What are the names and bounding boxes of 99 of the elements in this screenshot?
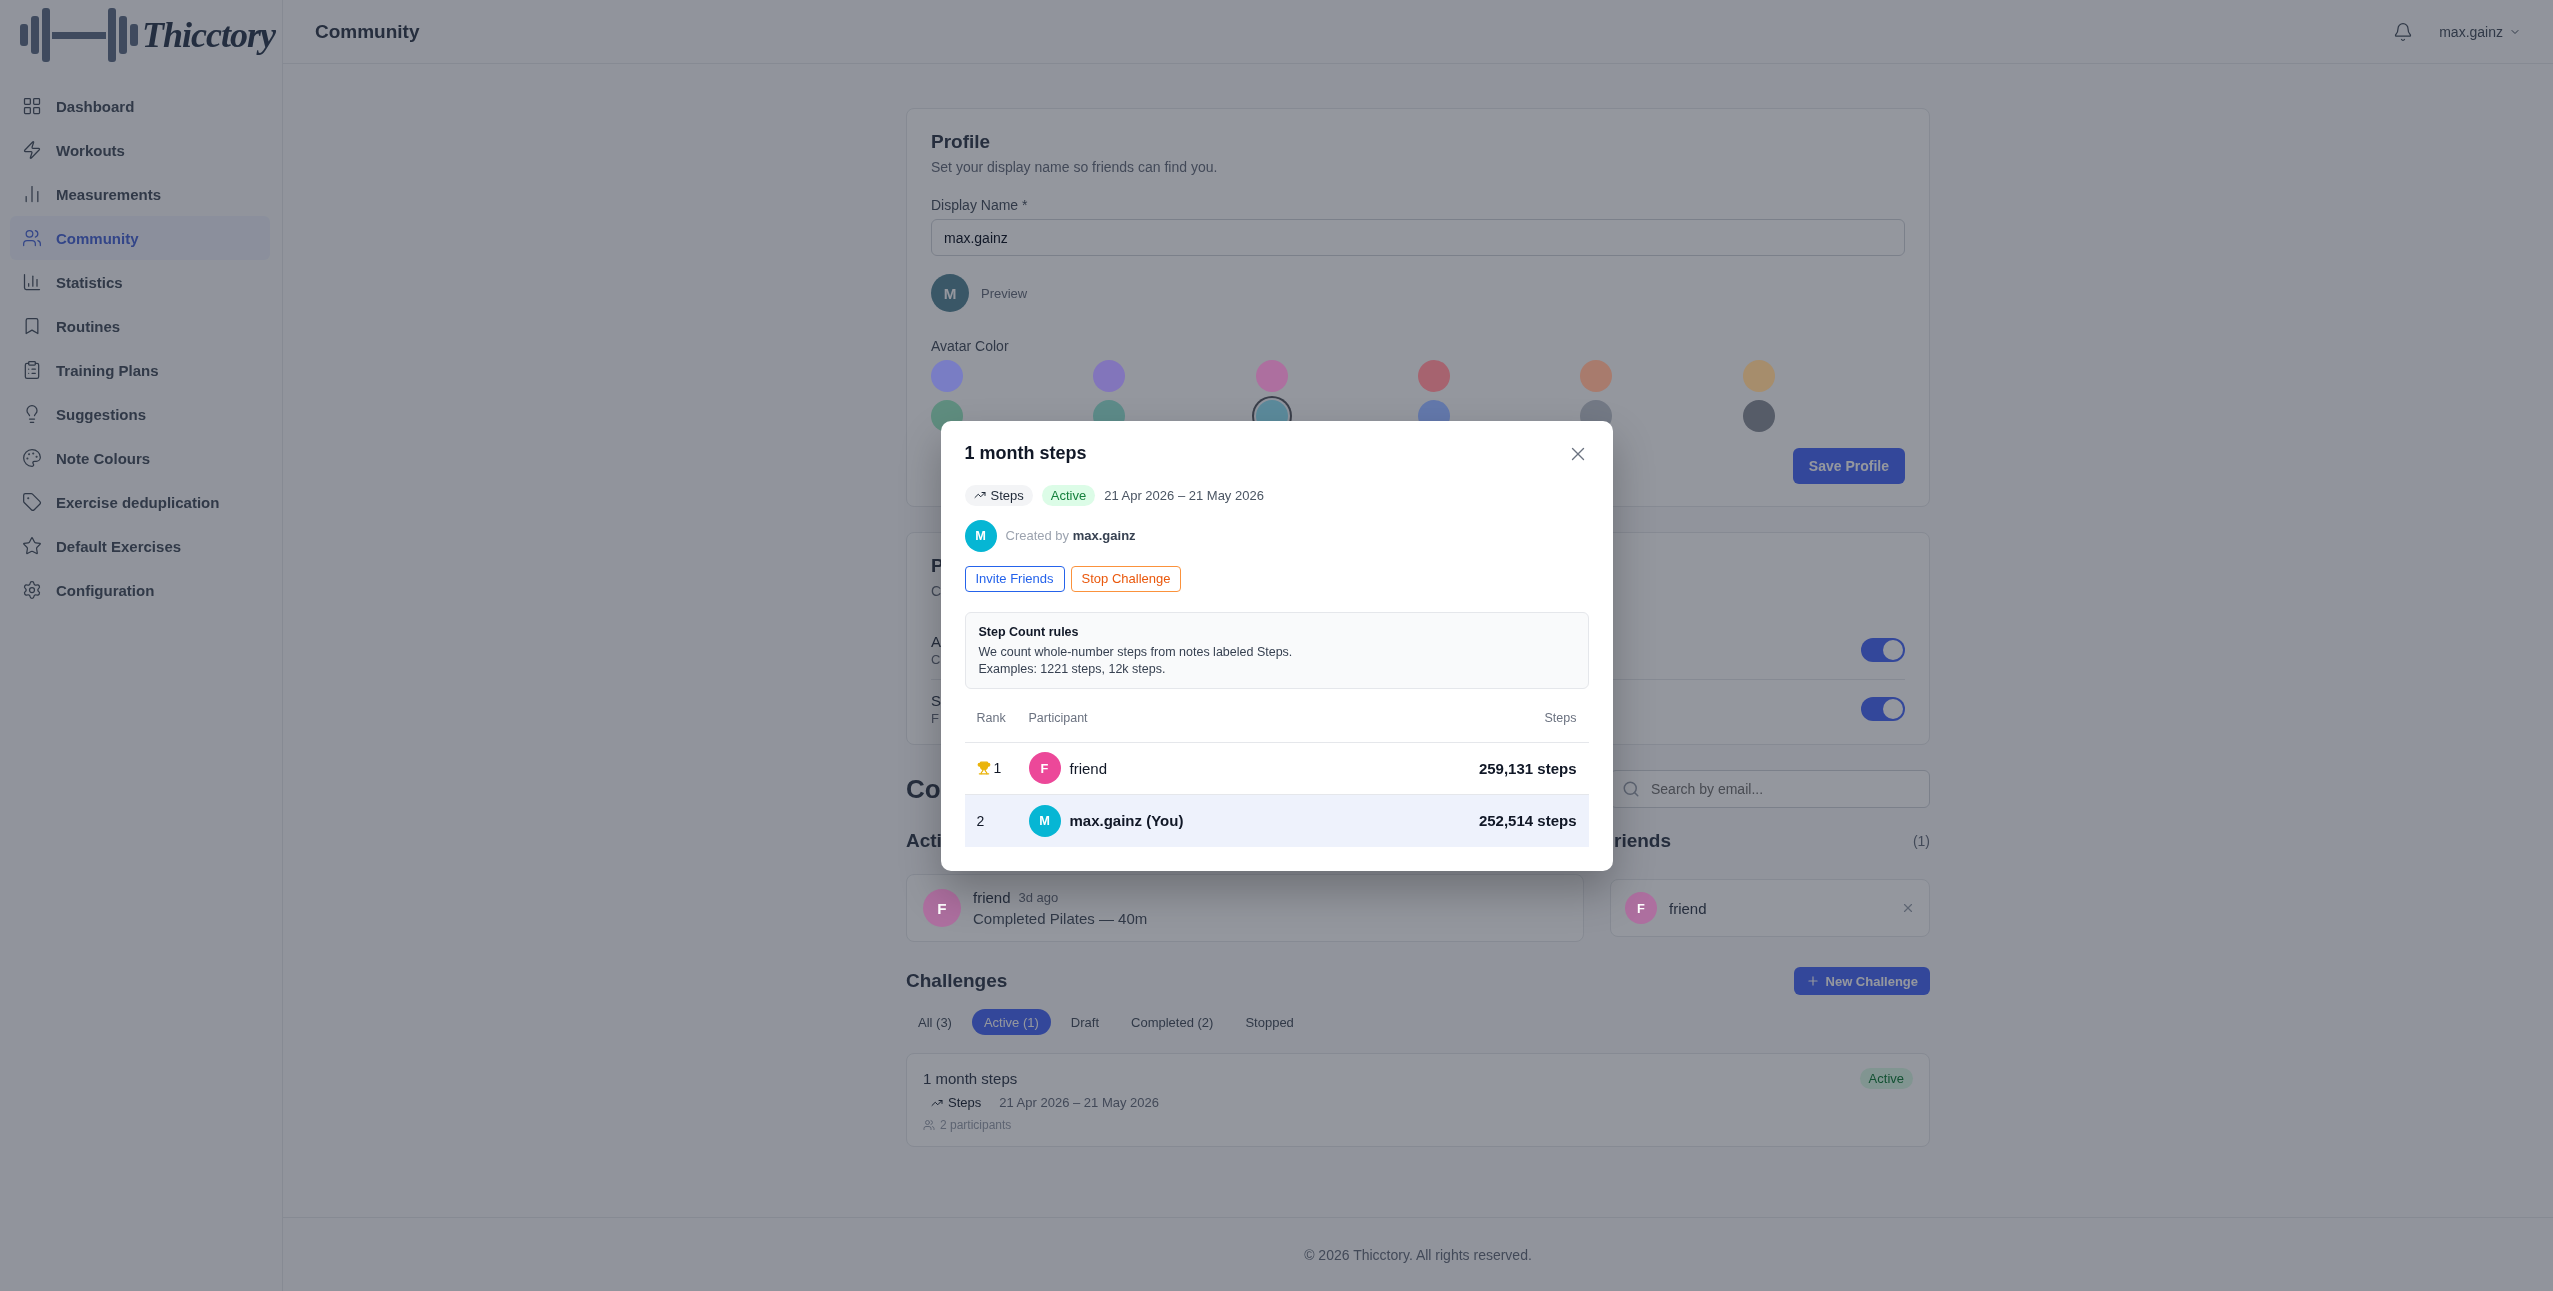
user-menu[interactable]: max.gainz [2439,23,2521,40]
brand-logo: Thicctory [142,14,275,56]
dashboard-icon [22,96,42,116]
lightning-icon [22,140,42,160]
display-name-field[interactable]: max.gainz [931,219,1905,256]
setting-label: S [931,692,941,709]
remove-icon[interactable] [1901,901,1915,915]
rules-title: Step Count rules [978,624,1080,639]
users-icon [923,1119,935,1131]
color-swatch[interactable] [1742,360,1775,392]
challenge-dates: 21 Apr 2026 – 21 May 2026 [1104,487,1264,503]
column-header: Participant [1028,711,1089,725]
sidebar-item[interactable]: Measurements [10,172,270,216]
filter-tab[interactable]: All (3) [906,1009,964,1035]
action-button[interactable]: Invite Friends [964,565,1065,592]
search-field[interactable]: Search by email... [1610,770,1930,808]
sidebar-item[interactable]: Suggestions [10,392,270,436]
clipboard-icon [22,360,42,380]
friend-count: (1) [1912,833,1930,849]
challenge-title: 1 month steps [923,1070,1018,1087]
toggle-switch[interactable] [1861,697,1905,721]
rules-text: Examples: 1221 steps, 12k steps. [978,661,1167,676]
setting-description: F [931,711,940,726]
friend-name: friend [1669,899,1707,917]
challenge-type-label: Steps [964,484,1033,506]
preview-label: Preview [981,285,1028,301]
participant-name: max.gainz (You) [1069,812,1184,829]
sidebar-item[interactable]: Exercise deduplication [10,480,270,524]
search-icon [1622,780,1640,798]
column-header: Rank [976,711,1007,725]
filter-tab[interactable]: Completed (2) [1119,1009,1226,1035]
status-badge: Active [1859,1068,1913,1089]
rank-cell-text: 2 [976,812,986,829]
section-title: Co [906,773,942,805]
section-title: Challenges [906,970,1008,992]
settings-icon [22,580,42,600]
card-subtitle: C [931,583,943,599]
chart-icon [22,272,42,292]
avatar-preview: M [931,274,969,312]
notification-bell-icon[interactable] [2393,21,2414,42]
toggle-switch[interactable] [1861,638,1905,662]
sidebar-item[interactable]: Routines [10,304,270,348]
color-swatch[interactable] [931,360,963,392]
dumbbell-logo-icon [20,8,138,62]
section-title: Acti [906,830,943,852]
activity-text: Completed Pilates — 40m [973,910,1148,927]
rules-text: We count whole-number steps from notes labeled Steps. [978,644,1294,659]
palette-icon [22,448,42,468]
trophy-icon [976,761,991,775]
rank-cell: 1 [976,760,1029,776]
activity-time: 3d ago [1018,890,1059,905]
steps-cell: 259,131 steps [1478,759,1577,777]
plus-icon [1805,974,1820,988]
avatar: M [1028,804,1061,837]
filter-tab[interactable]: Draft [1058,1009,1112,1035]
setting-description: C [931,652,941,667]
setting-label: A [931,633,941,650]
field-label: Avatar Color [931,338,1010,354]
card-subtitle: Set your display name so friends can find you. [931,159,1219,175]
avatar: F [1625,892,1657,924]
color-swatch[interactable] [1093,360,1126,392]
new-challenge-button[interactable]: New Challenge [1793,967,1930,995]
filter-tab[interactable]: Active (1) [971,1009,1051,1035]
sidebar-item[interactable]: Statistics [10,260,270,304]
section-title: riends [1613,830,1672,852]
creator-avatar: M [964,519,997,552]
page-title: Community [315,20,420,43]
color-swatch[interactable] [1255,360,1288,392]
color-swatch[interactable] [1580,360,1613,392]
users-icon [22,228,42,248]
card-title: Profile [931,131,992,153]
sidebar-item[interactable]: Configuration [10,568,270,612]
participant-name: friend [1069,759,1108,777]
footer-text: © 2026 Thicctory. All rights reserved. [283,1217,2553,1291]
avatar: F [923,889,961,927]
dialog-title: 1 month steps [964,443,1087,464]
color-swatch[interactable] [1418,360,1450,392]
steps-cell: 252,514 steps [1478,812,1577,829]
sidebar-item[interactable]: Default Exercises [10,524,270,568]
status-badge: Active [1041,484,1096,506]
column-header: Steps [1544,711,1577,725]
sidebar-item[interactable]: Training Plans [10,348,270,392]
tag-icon [22,492,42,512]
star-icon [22,536,42,556]
friend-name: friend [973,889,1011,906]
filter-tab[interactable]: Stopped [1233,1009,1306,1035]
sidebar-item[interactable]: Workouts [10,128,270,172]
challenge-type-label: Steps [931,1095,982,1110]
color-swatch[interactable] [1742,400,1775,432]
avatar: F [1028,752,1061,784]
action-button[interactable]: Stop Challenge [1070,565,1182,592]
sidebar-item[interactable]: Note Colours [10,436,270,480]
field-label: Display Name * [931,197,1029,213]
created-by-text: Created by max.gainz [1005,528,1136,543]
challenge-dates: 21 Apr 2026 – 21 May 2026 [999,1095,1159,1110]
sidebar-item[interactable]: Community [10,216,270,260]
save-profile-button[interactable]: Save Profile [1792,448,1905,484]
sidebar-item[interactable]: Dashboard [10,84,270,128]
trend-icon [973,489,986,501]
